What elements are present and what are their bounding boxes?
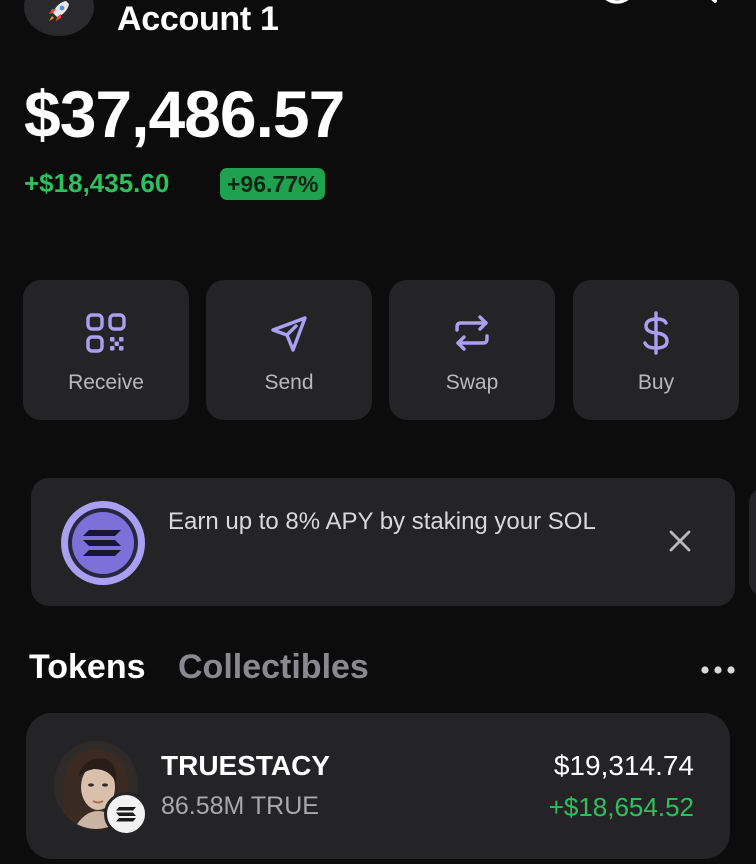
buy-label: Buy	[637, 371, 675, 394]
receive-label: Receive	[68, 371, 144, 394]
solana-badge-icon	[104, 792, 148, 836]
token-value: $19,314.74	[553, 750, 694, 781]
account-avatar[interactable]	[24, 0, 94, 36]
clock-icon[interactable]	[595, 0, 639, 18]
account-name[interactable]: Account 1	[117, 0, 279, 39]
send-button[interactable]: Send	[206, 280, 372, 420]
buy-button[interactable]: Buy	[573, 280, 739, 420]
send-label: Send	[264, 371, 314, 394]
swap-button[interactable]: Swap	[389, 280, 555, 420]
tab-tokens[interactable]: Tokens	[29, 648, 146, 687]
close-icon[interactable]	[663, 524, 697, 558]
change-percent-badge: +96.77%	[220, 168, 326, 200]
qr-code-icon	[86, 313, 126, 353]
swap-label: Swap	[445, 371, 499, 394]
search-icon[interactable]	[676, 0, 720, 18]
rocket-icon	[49, 1, 69, 21]
solana-logo-icon	[61, 501, 145, 585]
tab-collectibles[interactable]: Collectibles	[178, 648, 369, 687]
token-row[interactable]: TRUESTACY 86.58M TRUE $19,314.74 +$18,65…	[26, 713, 730, 859]
staking-promo-banner[interactable]: Earn up to 8% APY by staking your SOL	[31, 478, 735, 606]
balance-change: +$18,435.60	[24, 168, 170, 198]
more-dots-icon[interactable]	[696, 660, 740, 680]
token-change: +$18,654.52	[548, 792, 694, 822]
receive-button[interactable]: Receive	[23, 280, 189, 420]
token-name: TRUESTACY	[161, 750, 331, 781]
banner-text: Earn up to 8% APY by staking your SOL	[168, 508, 596, 535]
total-balance: $37,486.57	[24, 77, 345, 151]
token-amount: 86.58M TRUE	[161, 792, 319, 820]
dollar-icon	[643, 311, 669, 355]
next-banner-peek[interactable]	[749, 488, 756, 596]
paper-plane-icon	[271, 316, 307, 352]
swap-arrows-icon	[455, 315, 489, 351]
